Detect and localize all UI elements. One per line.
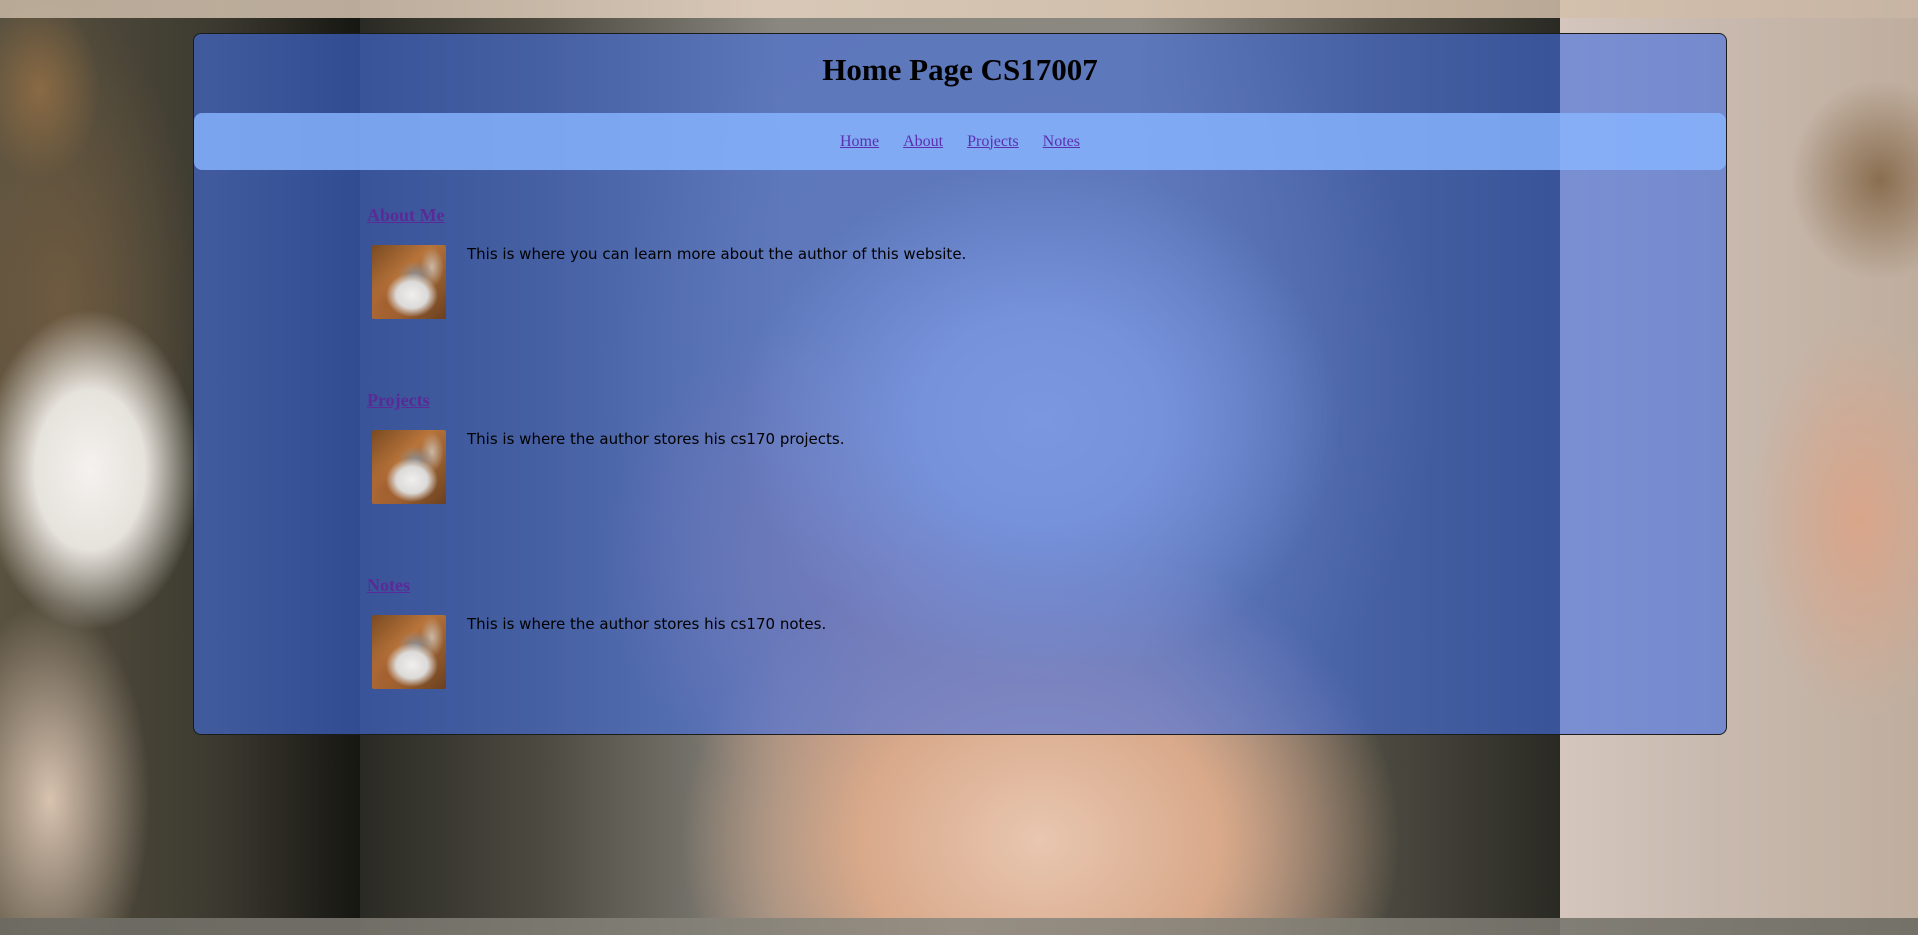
section-description: This is where you can learn more about t…: [467, 245, 967, 263]
section-body: This is where you can learn more about t…: [367, 245, 1267, 325]
section-projects: Projects This is where the author stores…: [367, 390, 1267, 510]
background-bottom-strip: [0, 918, 1918, 935]
page-title: Home Page CS17007: [822, 52, 1098, 87]
section-notes: Notes This is where the author stores hi…: [367, 575, 1267, 695]
section-heading-about-me[interactable]: About Me: [367, 205, 1267, 226]
section-heading-projects[interactable]: Projects: [367, 390, 1267, 411]
kitten-thumbnail: [372, 245, 446, 319]
section-heading-notes[interactable]: Notes: [367, 575, 1267, 596]
background-top-strip: [0, 0, 1918, 18]
main-panel: Home Page CS17007 Home About Projects No…: [193, 33, 1727, 735]
section-description: This is where the author stores his cs17…: [467, 430, 845, 448]
kitten-thumbnail: [372, 615, 446, 689]
section-body: This is where the author stores his cs17…: [367, 430, 1267, 510]
section-about-me: About Me This is where you can learn mor…: [367, 205, 1267, 325]
nav-bar: Home About Projects Notes: [194, 113, 1726, 170]
section-body: This is where the author stores his cs17…: [367, 615, 1267, 695]
nav-link-notes[interactable]: Notes: [1043, 133, 1080, 151]
nav-link-home[interactable]: Home: [840, 133, 879, 151]
section-description: This is where the author stores his cs17…: [467, 615, 827, 633]
nav-link-about[interactable]: About: [903, 133, 943, 151]
nav-link-projects[interactable]: Projects: [967, 133, 1019, 151]
kitten-thumbnail: [372, 430, 446, 504]
